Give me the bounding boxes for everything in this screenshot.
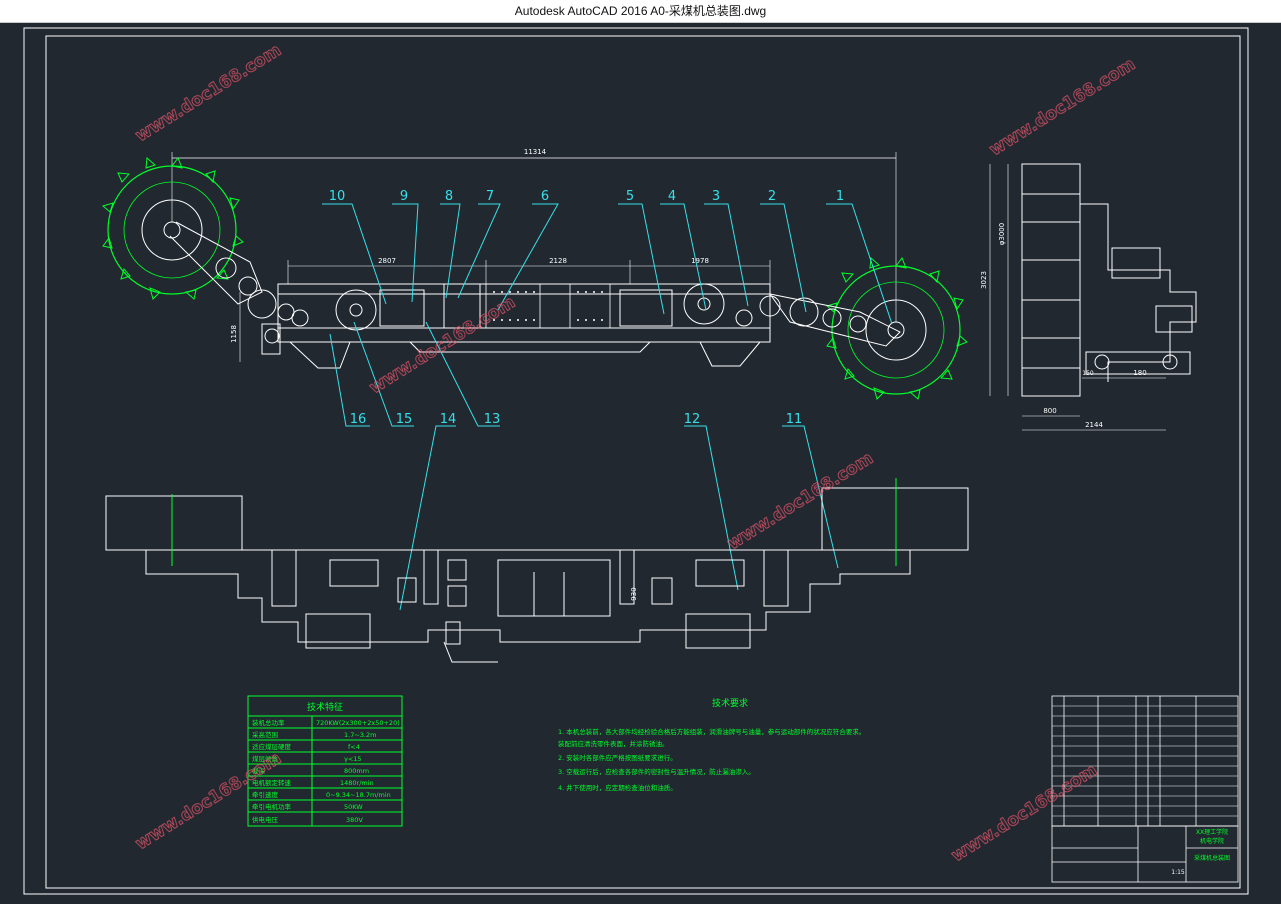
dim-side-diameter: φ3000 (998, 223, 1006, 245)
title-block-school: XX理工学院 (1196, 828, 1228, 836)
title-block-drawing-name: 采煤机总装图 (1194, 854, 1230, 862)
dim-side-bottom-a: 800 (1043, 407, 1056, 415)
watermark-text: www.doc168.com (948, 760, 1101, 866)
title-bar: Autodesk AutoCAD 2016 A0-采煤机总装图.dwg (0, 0, 1281, 23)
window-title: Autodesk AutoCAD 2016 A0-采煤机总装图.dwg (514, 4, 767, 18)
overall-length-dimension: 11314 (171, 148, 897, 322)
dim-2807: 2807 (378, 257, 396, 265)
requirement-item: 1. 本机总装前，各大部件均经检验合格后方能组装，润滑油牌号与油量，参与运动部件… (558, 727, 865, 736)
side-view-dims (989, 164, 1166, 431)
tech-row-value: 720KW(2x300+2x50+20) (316, 719, 400, 727)
left-cutting-drum (101, 156, 244, 300)
part-number-10: 10 (329, 189, 346, 204)
plan-view (105, 487, 969, 663)
dim-side-height: 3023 (980, 271, 988, 289)
tech-table-title: 技术特征 (307, 701, 343, 713)
part-number-11: 11 (786, 412, 803, 427)
dim-1978: 1978 (691, 257, 709, 265)
machine-body (261, 283, 771, 369)
watermark-text: www.doc168.com (132, 40, 285, 146)
tech-row-label: 采高范围 (252, 730, 278, 739)
side-view (1021, 163, 1197, 397)
right-cutting-drum (825, 256, 968, 400)
tech-row-value: γ<15 (344, 755, 362, 763)
dim-side-bottom-b: 180 (1133, 369, 1146, 377)
tech-row-value: f<4 (348, 743, 360, 751)
title-block-dept: 机电学院 (1200, 837, 1224, 845)
watermark-text: www.doc168.com (366, 292, 519, 398)
requirements-list: 1. 本机总装前，各大部件均经检验合格后方能组装，润滑油牌号与油量，参与运动部件… (558, 727, 865, 792)
part-number-6: 6 (541, 189, 549, 204)
part-number-5: 5 (626, 189, 634, 204)
title-block-scale: 1:15 (1171, 869, 1185, 876)
tech-row-label: 装机总功率 (252, 718, 285, 727)
plan-view-centerlines (171, 478, 897, 566)
tech-row-value: 380V (346, 816, 363, 824)
part-number-4: 4 (668, 189, 676, 204)
part-number-7: 7 (486, 189, 494, 204)
tech-row-label: 供电电压 (252, 815, 279, 824)
part-number-9: 9 (400, 189, 408, 204)
dim-2128: 2128 (549, 257, 567, 265)
dim-side-small-a: 150 (1082, 370, 1094, 377)
watermark-text: www.doc168.com (724, 448, 877, 554)
tech-row-label: 牵引电机功率 (252, 802, 292, 811)
part-numbers-bottom: 16 15 14 13 12 11 (350, 412, 803, 427)
part-number-8: 8 (445, 189, 453, 204)
part-number-15: 15 (396, 412, 413, 427)
tech-row-value: 0~9.34~18.7m/min (326, 791, 391, 799)
tech-row-label: 牵引速度 (252, 790, 279, 799)
tech-row-value: 1.7~3.2m (344, 731, 376, 739)
parts-list-table (1051, 695, 1239, 827)
parts-list-rows (1052, 705, 1238, 817)
part-number-3: 3 (712, 189, 720, 204)
tech-row-value: 50KW (344, 803, 363, 811)
tech-table-values: 720KW(2x300+2x50+20) 1.7~3.2m f<4 γ<15 8… (316, 719, 400, 824)
leader-lines-top (322, 203, 893, 325)
requirement-item: 3. 空载运行后，应检查各部件的密封性与温升情况，防止漏油渗入。 (558, 767, 755, 776)
requirement-item: 2. 安装时各部件应严格按图纸要求进行。 (558, 753, 677, 762)
part-numbers-top: 10 9 8 7 6 5 4 3 2 1 (329, 189, 844, 204)
part-number-14: 14 (440, 412, 457, 427)
part-number-12: 12 (684, 412, 701, 427)
drawing-canvas[interactable]: 11314 2807 2128 1978 1158 10 9 8 7 6 5 4… (0, 22, 1281, 900)
right-ranging-arm (759, 293, 901, 347)
dim-plan-view: 930 (630, 587, 638, 600)
part-number-16: 16 (350, 412, 367, 427)
requirement-item: 装配前应清洗零件表面，并涂防锈油。 (558, 739, 669, 748)
requirement-item: 4. 井下使用时，应定期检查油位和油质。 (558, 783, 677, 792)
part-number-1: 1 (836, 189, 844, 204)
part-number-2: 2 (768, 189, 776, 204)
dim-1158: 1158 (230, 325, 238, 343)
tech-row-value: 800mm (344, 767, 369, 775)
left-ranging-arm (169, 221, 295, 321)
watermark-text: www.doc168.com (132, 748, 285, 854)
requirements-title: 技术要求 (712, 697, 748, 709)
tech-row-value: 1480r/min (340, 779, 374, 787)
watermark-text: www.doc168.com (986, 54, 1139, 160)
dim-side-width: 2144 (1085, 421, 1103, 429)
dim-overall-length: 11314 (524, 148, 547, 156)
part-number-13: 13 (484, 412, 501, 427)
